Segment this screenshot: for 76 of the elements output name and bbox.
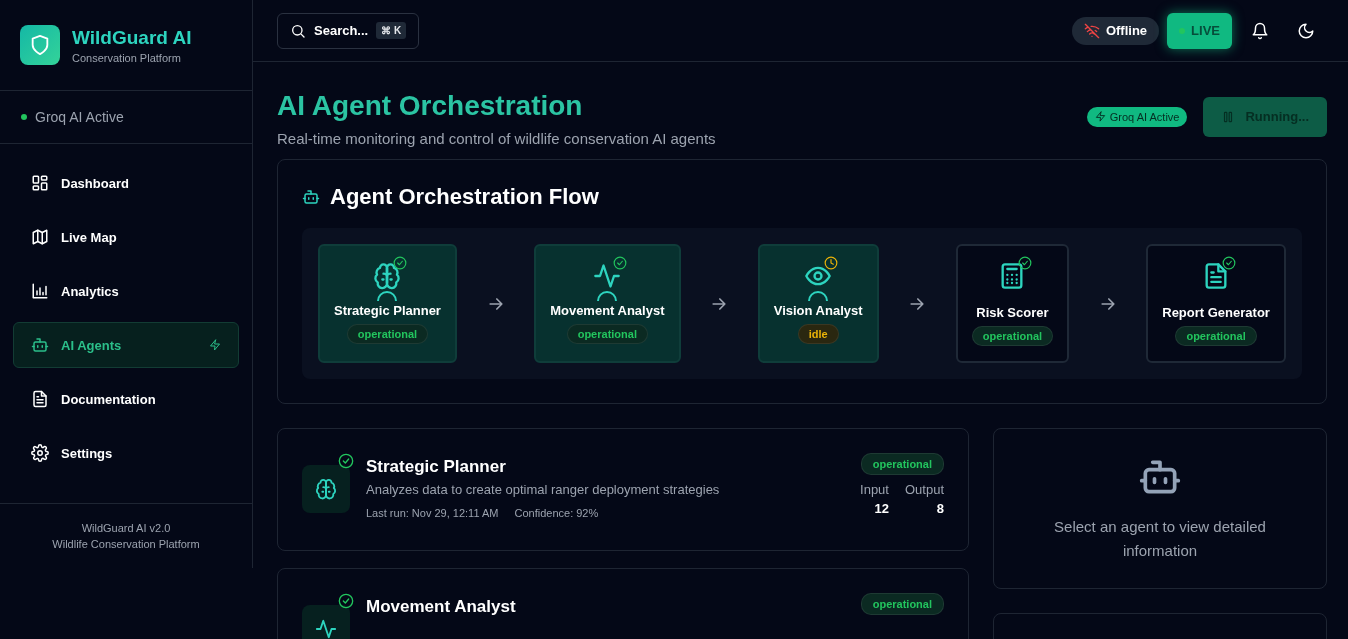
page-title: AI Agent Orchestration	[277, 90, 584, 122]
moon-icon	[1297, 21, 1315, 40]
agent-node[interactable]: Movement Analyst operational	[534, 244, 681, 363]
dashboard-icon	[31, 174, 49, 192]
check-circle-icon	[393, 256, 408, 270]
meta-text: Last run: Nov 29, 12:11 AM	[366, 507, 499, 519]
check-circle-icon	[338, 453, 354, 469]
ai-status: Groq AI Active	[35, 109, 124, 125]
bolt-icon	[1094, 111, 1106, 122]
app-tagline: Conservation Platform	[72, 51, 182, 64]
check-circle-icon	[1018, 256, 1033, 270]
agent-name: Movement Analyst	[550, 303, 665, 318]
document-icon	[31, 390, 49, 408]
wifi-off-icon	[1083, 22, 1100, 39]
bar-chart-icon	[31, 282, 49, 300]
nav-item[interactable]: AI Agents	[13, 322, 239, 368]
ai-status-badge: Groq AI Active	[1086, 106, 1188, 127]
page-subtitle: Real-time monitoring and control of wildlife conservation AI agents	[277, 130, 716, 147]
agent-node[interactable]: Strategic Planner operational	[318, 244, 457, 363]
status-badge: operational	[860, 453, 944, 475]
search-button[interactable]: Search... ⌘ K	[277, 12, 420, 49]
check-circle-icon	[1222, 256, 1237, 270]
agent-node[interactable]: Risk Scorer operational	[955, 244, 1070, 363]
bell-icon	[1251, 21, 1269, 40]
agent-name: Risk Scorer	[976, 305, 1049, 320]
nav-item[interactable]: Settings	[13, 430, 239, 476]
agent-description: Analyzes data to create optimal ranger deployment strategies	[366, 482, 721, 497]
footer-text: Wildlife Conservation Platform	[51, 537, 201, 552]
agent-name: Strategic Planner	[334, 303, 441, 318]
map-icon	[31, 228, 49, 246]
empty-state-message: Select an agent to view detailed information	[1053, 516, 1267, 561]
agent-title: Strategic Planner	[366, 457, 507, 477]
pulse-icon	[315, 618, 337, 639]
check-circle-icon	[613, 256, 628, 270]
status-badge: operational	[971, 326, 1054, 346]
shortcut-key: ⌘ K	[376, 22, 407, 39]
connection-status[interactable]: Offline	[1071, 16, 1160, 45]
metric-label: Input	[860, 482, 889, 497]
robot-icon	[31, 336, 49, 354]
status-badge: idle	[797, 324, 839, 344]
agent-card[interactable]: Strategic Planner Analyzes data to create optimal ranger deployment strategies Last run: Nov 29, 12:11 AM Confidence: 92% operational Input 12 Output 8	[277, 428, 969, 551]
status-badge: operational	[1175, 326, 1257, 346]
meta-text: Confidence: 92%	[514, 507, 599, 519]
shield-icon	[29, 34, 51, 56]
footer-text: WildGuard AI v2.0	[80, 521, 172, 536]
metric-value: 8	[935, 501, 944, 516]
agent-name: Report Generator	[1162, 305, 1270, 320]
agent-title: Movement Analyst	[366, 597, 517, 617]
loading-arc-icon	[596, 290, 619, 302]
loading-arc-icon	[807, 290, 830, 302]
nav-item[interactable]: Documentation	[13, 376, 239, 422]
status-badge: operational	[346, 324, 429, 344]
check-circle-icon	[338, 593, 354, 609]
settings-icon	[31, 444, 49, 462]
clock-icon	[824, 256, 839, 270]
metric-value: 12	[873, 501, 889, 516]
status-badge: operational	[566, 324, 648, 344]
brain-icon	[315, 478, 337, 500]
agent-card[interactable]: Movement Analyst operational	[277, 568, 969, 639]
agent-node[interactable]: Vision Analyst idle	[757, 244, 879, 363]
nav-item[interactable]: Dashboard	[13, 160, 239, 206]
app-name: WildGuard AI	[72, 26, 192, 49]
agent-node[interactable]: Report Generator operational	[1146, 244, 1286, 363]
agent-name: Vision Analyst	[773, 303, 863, 318]
brain-icon	[373, 262, 402, 290]
metric-label: Output	[904, 482, 944, 497]
live-button[interactable]: LIVE	[1167, 12, 1232, 49]
bolt-icon	[209, 339, 221, 351]
robot-icon	[302, 188, 320, 206]
search-icon	[290, 22, 306, 39]
nav-item[interactable]: Analytics	[13, 268, 239, 314]
status-badge: operational	[860, 593, 944, 615]
section-title: Agent Orchestration Flow	[330, 184, 599, 210]
loading-arc-icon	[376, 290, 399, 302]
pulse-icon	[593, 262, 622, 290]
nav-item[interactable]: Live Map	[13, 214, 239, 260]
